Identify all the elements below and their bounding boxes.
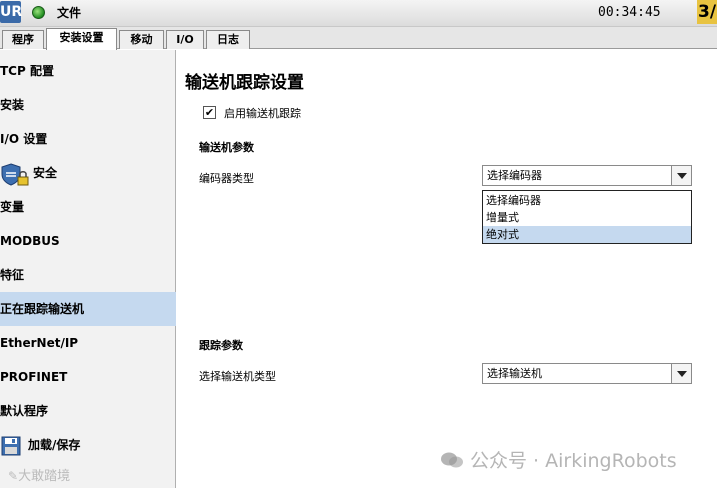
encoder-select-value: 选择编码器	[487, 169, 542, 182]
enable-tracking-checkbox[interactable]: ✔	[203, 106, 216, 119]
sidebar-item-label: 安装	[0, 98, 25, 112]
tab-installation[interactable]: 安装设置	[46, 28, 117, 50]
tab-log[interactable]: 日志	[206, 30, 250, 49]
sidebar-item-label: MODBUS	[0, 234, 60, 248]
encoder-dropdown-list: 选择编码器 增量式 绝对式	[482, 190, 692, 244]
watermark-wechat: 公众号 · AirkingRobots	[440, 446, 677, 473]
sidebar-item-label: EtherNet/IP	[0, 336, 79, 350]
enable-tracking-label: 启用输送机跟踪	[224, 107, 301, 120]
sidebar-item-load-save[interactable]: 加载/保存	[0, 428, 176, 462]
sidebar-item-mounting[interactable]: 安装	[0, 88, 176, 122]
sidebar-item-label: 默认程序	[0, 404, 49, 418]
floppy-disk-icon	[1, 435, 21, 469]
file-menu[interactable]: 文件	[57, 4, 81, 21]
dropdown-option[interactable]: 选择编码器	[483, 192, 691, 209]
watermark-text: 公众号 · AirkingRobots	[470, 450, 677, 472]
chevron-down-icon[interactable]	[671, 364, 691, 383]
encoder-type-label: 编码器类型	[199, 172, 254, 185]
watermark-left: ✎​ 大敢踏境	[8, 465, 70, 484]
robot-status-icon[interactable]	[32, 6, 45, 19]
conveyor-type-label: 选择输送机类型	[199, 370, 276, 383]
sidebar-item-label: 加载/保存	[28, 438, 81, 452]
ur-logo: UR	[0, 1, 22, 23]
page-title: 输送机跟踪设置	[185, 73, 304, 93]
pen-icon: ✎​	[8, 469, 19, 483]
sidebar-item-label: TCP 配置	[0, 64, 54, 78]
dropdown-option[interactable]: 绝对式	[483, 226, 691, 243]
sidebar-item-tcp[interactable]: TCP 配置	[0, 54, 176, 88]
sidebar-item-default-program[interactable]: 默认程序	[0, 394, 176, 428]
tracking-params-heading: 跟踪参数	[199, 339, 243, 352]
conveyor-select-value: 选择输送机	[487, 367, 542, 380]
sidebar-item-safety[interactable]: 安全	[0, 156, 176, 190]
sidebar-item-label: 特征	[0, 268, 25, 282]
sidebar-item-profinet[interactable]: PROFINET	[0, 360, 176, 394]
main-panel: 输送机跟踪设置 ✔ 启用输送机跟踪 输送机参数 编码器类型 选择编码器 选择编码…	[177, 50, 717, 488]
watermark-left-text: 大敢踏境	[18, 469, 71, 484]
sidebar-item-label: 正在跟踪输送机	[0, 302, 85, 316]
wechat-icon	[441, 452, 463, 468]
sidebar-item-label: 变量	[0, 200, 25, 214]
title-bar: UR 文件 00:34:45 3/	[0, 0, 717, 27]
sidebar-item-label: I/O 设置	[0, 132, 48, 146]
conveyor-type-select[interactable]: 选择输送机	[482, 363, 692, 384]
encoder-type-select[interactable]: 选择编码器	[482, 165, 692, 186]
tab-program[interactable]: 程序	[2, 30, 44, 49]
dropdown-option[interactable]: 增量式	[483, 209, 691, 226]
sidebar-item-label: PROFINET	[0, 370, 68, 384]
conveyor-params-heading: 输送机参数	[199, 141, 254, 154]
clock: 00:34:45	[598, 5, 661, 20]
sidebar: TCP 配置 安装 I/O 设置 安全 变量 MODBUS 特征 正在跟踪输送机…	[0, 50, 176, 488]
sidebar-item-io-setup[interactable]: I/O 设置	[0, 122, 176, 156]
speed-indicator[interactable]: 3/	[697, 0, 717, 24]
tab-bar: 程序 安装设置 移动 I/O 日志	[0, 27, 717, 50]
tab-io[interactable]: I/O	[166, 30, 204, 49]
sidebar-item-variables[interactable]: 变量	[0, 190, 176, 224]
sidebar-item-conveyor-tracking[interactable]: 正在跟踪输送机	[0, 292, 176, 326]
chevron-down-icon[interactable]	[671, 166, 691, 185]
sidebar-item-ethernet-ip[interactable]: EtherNet/IP	[0, 326, 176, 360]
tab-move[interactable]: 移动	[119, 30, 164, 49]
sidebar-item-modbus[interactable]: MODBUS	[0, 224, 176, 258]
sidebar-item-features[interactable]: 特征	[0, 258, 176, 292]
sidebar-item-label: 安全	[33, 166, 58, 180]
